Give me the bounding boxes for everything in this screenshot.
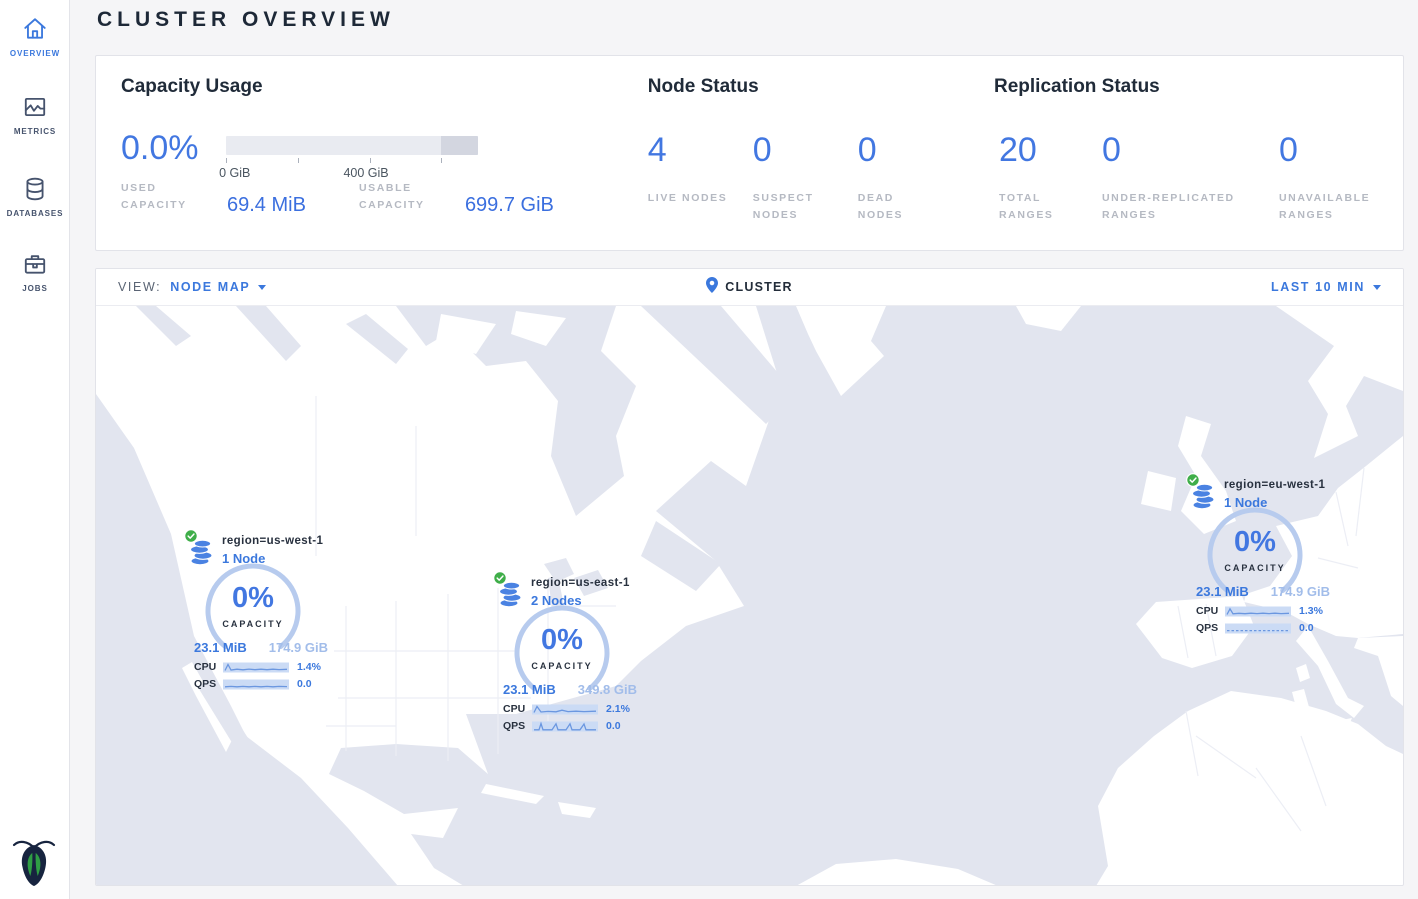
qps-stat-row: QPS 0.0 xyxy=(194,678,350,690)
used-capacity-label: USED CAPACITY xyxy=(121,180,213,215)
used-capacity: 23.1 MiB xyxy=(503,682,556,697)
usable-capacity-label: USABLE CAPACITY xyxy=(359,180,451,215)
chevron-down-icon xyxy=(1373,285,1381,290)
qps-stat-row: QPS 0.0 xyxy=(1196,622,1352,634)
main-content: CLUSTER OVERVIEW Capacity Usage 0.0% 0 G… xyxy=(71,0,1418,899)
capacity-label: CAPACITY xyxy=(203,619,303,629)
replication-status-section: Replication Status 20 TOTAL RANGES 0 UND… xyxy=(994,76,1403,250)
qps-stat-row: QPS 0.0 xyxy=(503,720,659,732)
time-range-dropdown[interactable]: LAST 10 MIN xyxy=(1271,280,1381,294)
qps-sparkline xyxy=(532,721,598,732)
sidebar-item-jobs[interactable]: JOBS xyxy=(0,251,70,293)
sidebar-item-label: DATABASES xyxy=(7,209,64,218)
view-selector-dropdown[interactable]: NODE MAP xyxy=(170,280,266,294)
usable-capacity-value: 699.7 GiB xyxy=(465,194,554,217)
capacity-label: CAPACITY xyxy=(1205,563,1305,573)
sidebar-item-metrics[interactable]: METRICS xyxy=(0,94,70,136)
live-nodes-stat: 4 LIVE NODES xyxy=(648,131,753,225)
capacity-bar: 0 GiB 400 GiB xyxy=(226,136,478,167)
database-icon xyxy=(22,176,48,202)
node-map-panel: VIEW: NODE MAP CLUSTER LAST 10 MIN xyxy=(95,268,1404,886)
home-icon xyxy=(22,16,48,42)
node-region-marker-us-east-1[interactable]: region=us-east-1 2 Nodes 0% CAPACITY 23.… xyxy=(493,571,663,761)
used-capacity: 23.1 MiB xyxy=(1196,584,1249,599)
capacity-percent: 0% xyxy=(1205,526,1305,559)
capacity-bar-reserved-segment xyxy=(441,136,478,155)
axis-tick-label: 0 GiB xyxy=(219,166,250,180)
sidebar-item-label: JOBS xyxy=(22,284,47,293)
region-label: region=us-east-1 xyxy=(531,577,630,589)
unavailable-ranges-stat: 0 UNAVAILABLE RANGES xyxy=(1279,131,1403,225)
node-region-marker-us-west-1[interactable]: region=us-west-1 1 Node 0% CAPACITY 23.1… xyxy=(184,529,354,719)
metrics-chart-icon xyxy=(22,94,48,120)
cpu-stat-row: CPU 1.3% xyxy=(1196,605,1352,617)
region-label: region=eu-west-1 xyxy=(1224,479,1325,491)
under-replicated-ranges-stat: 0 UNDER-REPLICATED RANGES xyxy=(1102,131,1279,225)
sidebar-item-overview[interactable]: OVERVIEW xyxy=(0,16,70,58)
map-pin-icon xyxy=(706,277,718,298)
section-title: Replication Status xyxy=(994,76,1403,98)
capacity-percent: 0% xyxy=(512,624,612,657)
breadcrumb[interactable]: CLUSTER xyxy=(706,277,792,298)
capacity-percent: 0% xyxy=(203,582,303,615)
node-region-marker-eu-west-1[interactable]: region=eu-west-1 1 Node 0% CAPACITY 23.1… xyxy=(1186,473,1356,663)
capacity-label: CAPACITY xyxy=(512,661,612,671)
cpu-sparkline xyxy=(1225,606,1291,617)
sidebar-item-label: METRICS xyxy=(14,127,56,136)
section-title: Node Status xyxy=(648,76,994,98)
capacity-usage-section: Capacity Usage 0.0% 0 GiB 400 GiB USED C… xyxy=(121,76,648,250)
cpu-stat-row: CPU 1.4% xyxy=(194,661,350,673)
dead-nodes-stat: 0 DEAD NODES xyxy=(858,131,963,225)
axis-tick-label: 400 GiB xyxy=(343,166,388,180)
used-capacity-value: 69.4 MiB xyxy=(227,194,306,217)
view-label: VIEW: xyxy=(118,280,161,294)
cluster-summary-panel: Capacity Usage 0.0% 0 GiB 400 GiB USED C… xyxy=(95,55,1404,251)
page-title: CLUSTER OVERVIEW xyxy=(97,8,395,32)
section-title: Capacity Usage xyxy=(121,76,648,98)
total-capacity: 174.9 GiB xyxy=(269,640,328,655)
world-map: region=us-west-1 1 Node 0% CAPACITY 23.1… xyxy=(96,306,1403,886)
sidebar: OVERVIEW METRICS DATABASES xyxy=(0,0,70,899)
total-capacity: 349.8 GiB xyxy=(578,682,637,697)
qps-sparkline xyxy=(223,679,289,690)
total-capacity: 174.9 GiB xyxy=(1271,584,1330,599)
region-label: region=us-west-1 xyxy=(222,535,323,547)
used-capacity: 23.1 MiB xyxy=(194,640,247,655)
map-toolbar: VIEW: NODE MAP CLUSTER LAST 10 MIN xyxy=(96,269,1403,306)
suspect-nodes-stat: 0 SUSPECT NODES xyxy=(753,131,858,225)
briefcase-icon xyxy=(22,251,48,277)
chevron-down-icon xyxy=(258,285,266,290)
sidebar-item-databases[interactable]: DATABASES xyxy=(0,176,70,218)
qps-sparkline xyxy=(1225,623,1291,634)
node-status-section: Node Status 4 LIVE NODES 0 SUSPECT NODES… xyxy=(648,76,994,250)
capacity-used-percent: 0.0% xyxy=(121,129,226,167)
sidebar-item-label: OVERVIEW xyxy=(10,49,60,58)
cpu-sparkline xyxy=(532,704,598,715)
cockroachdb-logo xyxy=(12,836,56,893)
total-ranges-stat: 20 TOTAL RANGES xyxy=(999,131,1102,225)
cpu-sparkline xyxy=(223,662,289,673)
cpu-stat-row: CPU 2.1% xyxy=(503,703,659,715)
